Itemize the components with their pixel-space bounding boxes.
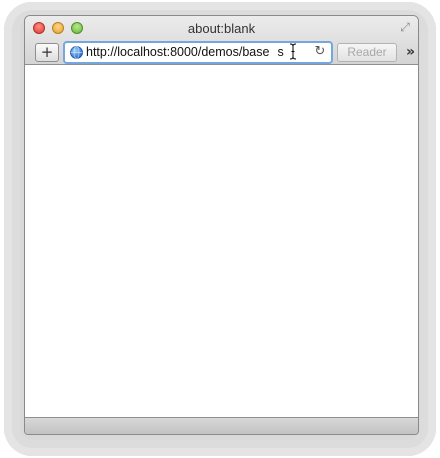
url-text-tail: s (277, 45, 284, 59)
title-bar: about:blank ⤢ + http://localhost:8000/de… (25, 16, 418, 65)
add-bookmark-button[interactable]: + (35, 43, 59, 62)
status-bar (25, 417, 418, 434)
page-content (25, 65, 418, 417)
url-text: http://localhost:8000/demos/base (86, 45, 270, 59)
reader-button[interactable]: Reader (337, 43, 397, 62)
reload-icon[interactable]: ↻ (313, 44, 327, 60)
url-input[interactable]: http://localhost:8000/demos/base s (86, 45, 308, 60)
browser-window: about:blank ⤢ + http://localhost:8000/de… (25, 16, 418, 434)
chevron-double-right-icon[interactable]: » (401, 43, 417, 62)
window-title: about:blank (187, 21, 256, 36)
address-bar[interactable]: http://localhost:8000/demos/base s ↻ (63, 41, 333, 64)
globe-icon (70, 46, 83, 59)
fullscreen-icon[interactable]: ⤢ (398, 20, 412, 34)
text-cursor-icon (289, 43, 297, 60)
screen: about:blank ⤢ + http://localhost:8000/de… (0, 0, 440, 458)
